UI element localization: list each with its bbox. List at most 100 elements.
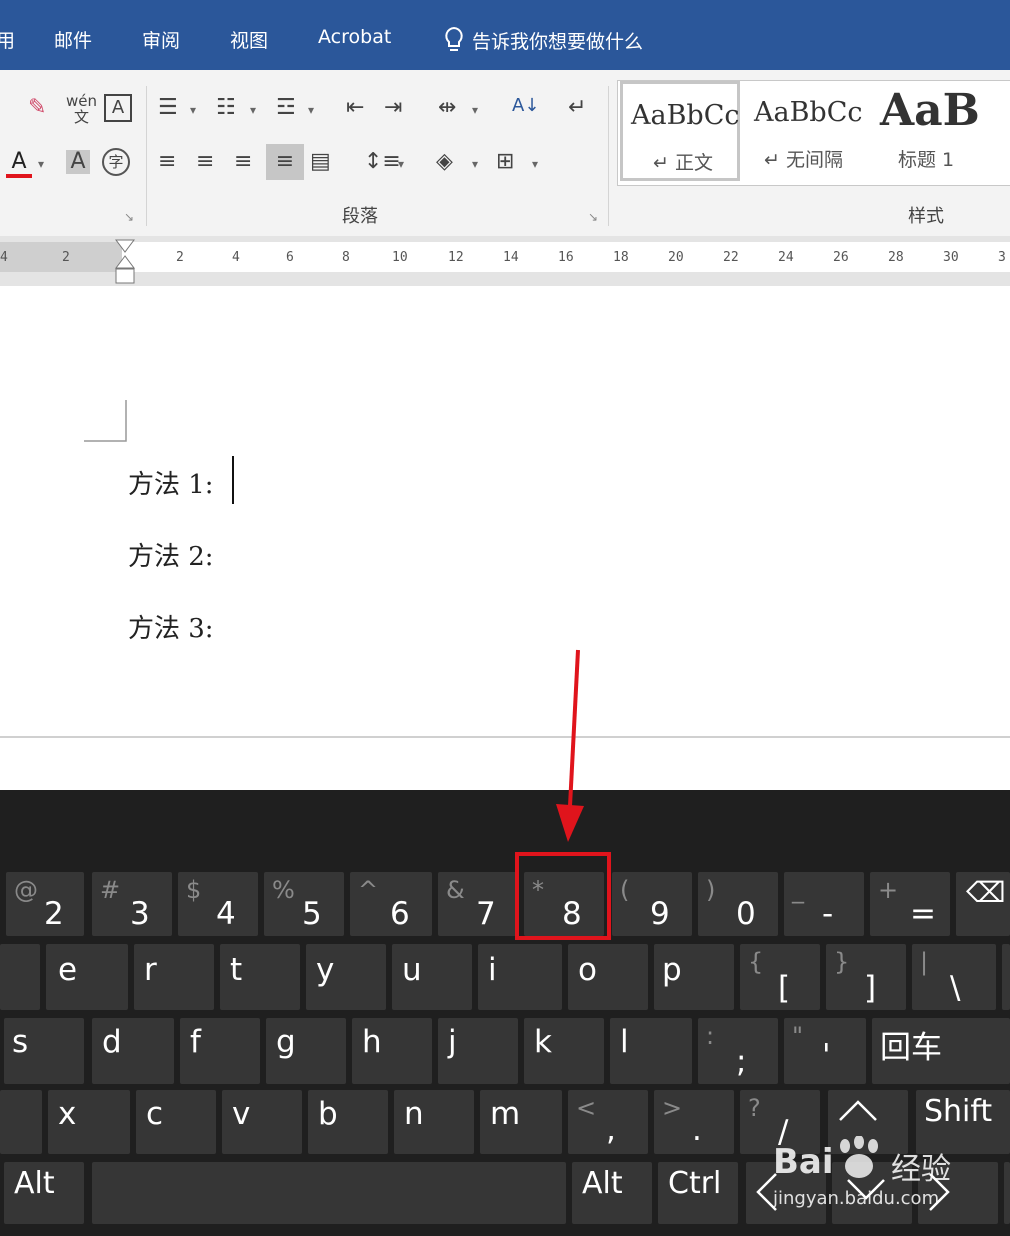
key-h[interactable]: h: [352, 1018, 432, 1084]
enclose-characters-icon[interactable]: 字: [102, 148, 130, 176]
key-period[interactable]: >.: [654, 1090, 734, 1154]
baidu-watermark: Bai 经验 jingyan.baidu.com: [773, 1136, 963, 1216]
ruler-tick: 26: [833, 250, 849, 265]
key-t[interactable]: t: [220, 944, 300, 1010]
key-equals[interactable]: + =: [870, 872, 950, 936]
character-border-icon[interactable]: A: [104, 94, 132, 122]
character-scaling-icon[interactable]: ⇹: [438, 96, 456, 120]
key-r[interactable]: r: [134, 944, 214, 1010]
show-formatting-marks-icon[interactable]: ↵: [568, 96, 586, 120]
chevron-down-icon[interactable]: ▾: [472, 98, 478, 122]
backspace-key[interactable]: ⌫: [956, 872, 1010, 936]
multilevel-list-icon[interactable]: ☲: [276, 96, 296, 120]
key-partial[interactable]: [1002, 944, 1010, 1010]
document-page[interactable]: [0, 286, 1010, 736]
alt-key-left[interactable]: Alt: [4, 1162, 84, 1224]
key-backslash[interactable]: | \: [912, 944, 996, 1010]
key-z-partial[interactable]: [0, 1090, 42, 1154]
key-e[interactable]: e: [46, 944, 128, 1010]
chevron-up-icon: [839, 1100, 877, 1121]
dialog-launcher-icon[interactable]: ↘: [124, 210, 134, 224]
chevron-down-icon[interactable]: ▾: [472, 152, 478, 176]
key-c[interactable]: c: [136, 1090, 216, 1154]
font-color-icon[interactable]: A: [6, 150, 32, 178]
sort-icon[interactable]: A↓: [512, 94, 539, 118]
chevron-down-icon[interactable]: ▾: [532, 152, 538, 176]
key-7[interactable]: & 7: [438, 872, 518, 936]
key-5[interactable]: % 5: [264, 872, 344, 936]
phonetic-guide-icon[interactable]: wén 文: [66, 93, 97, 125]
key-d[interactable]: d: [92, 1018, 174, 1084]
ctrl-key[interactable]: Ctrl: [658, 1162, 738, 1224]
key-3[interactable]: #3: [92, 872, 172, 936]
key-semicolon[interactable]: :;: [698, 1018, 778, 1084]
menu-item-view[interactable]: 视图: [230, 26, 268, 53]
key-i[interactable]: i: [478, 944, 562, 1010]
style-normal[interactable]: AaBbCc ↵ 正文: [620, 81, 740, 181]
align-center-icon[interactable]: ≡: [196, 150, 214, 174]
tell-me-box[interactable]: 告诉我你想要做什么: [442, 26, 643, 54]
menu-item-partial[interactable]: 用: [0, 26, 15, 53]
style-heading-1[interactable]: AaB 标题 1: [872, 81, 1010, 181]
key-k[interactable]: k: [524, 1018, 604, 1084]
numbering-icon[interactable]: ☷: [216, 96, 236, 120]
align-left-icon[interactable]: ≡: [158, 150, 176, 174]
key-comma[interactable]: <,: [568, 1090, 648, 1154]
align-right-icon[interactable]: ≡: [234, 150, 252, 174]
key-f[interactable]: f: [180, 1018, 260, 1084]
bullets-icon[interactable]: ☰: [158, 96, 178, 120]
key-s[interactable]: s: [4, 1018, 84, 1084]
indent-marker-icon[interactable]: [114, 238, 136, 286]
character-shading-icon[interactable]: A: [66, 150, 90, 174]
key-w-partial[interactable]: [0, 944, 40, 1010]
key-quote[interactable]: " ': [784, 1018, 866, 1084]
key-4[interactable]: $4: [178, 872, 258, 936]
ruler-margin: [0, 242, 122, 272]
chevron-down-icon[interactable]: ▾: [250, 98, 256, 122]
menu-item-review[interactable]: 审阅: [142, 26, 180, 53]
key-n[interactable]: n: [394, 1090, 474, 1154]
key-minus[interactable]: _ -: [784, 872, 864, 936]
key-9[interactable]: (9: [612, 872, 692, 936]
key-2[interactable]: @2: [6, 872, 84, 936]
key-l[interactable]: l: [610, 1018, 692, 1084]
dialog-launcher-icon[interactable]: ↘: [588, 210, 598, 224]
key-y[interactable]: y: [306, 944, 386, 1010]
alt-key-right[interactable]: Alt: [572, 1162, 652, 1224]
margin-corner-mark: [84, 400, 127, 442]
decrease-indent-icon[interactable]: ⇤: [346, 96, 364, 120]
key-right-bracket[interactable]: }]: [826, 944, 906, 1010]
space-key[interactable]: [92, 1162, 566, 1224]
chevron-down-icon[interactable]: ▾: [398, 152, 404, 176]
key-x[interactable]: x: [48, 1090, 130, 1154]
chevron-down-icon[interactable]: ▾: [308, 98, 314, 122]
menu-item-mailings[interactable]: 邮件: [54, 26, 92, 53]
key-v[interactable]: v: [222, 1090, 302, 1154]
key-j[interactable]: j: [438, 1018, 518, 1084]
ruler-tick: 14: [503, 250, 519, 265]
distributed-icon[interactable]: ▤: [310, 150, 331, 174]
clear-formatting-icon[interactable]: ✎: [28, 96, 46, 120]
increase-indent-icon[interactable]: ⇥: [384, 96, 402, 120]
key-0[interactable]: ) 0: [698, 872, 778, 936]
justify-icon[interactable]: ≡: [266, 144, 304, 180]
key-o[interactable]: o: [568, 944, 648, 1010]
key-partial[interactable]: [1004, 1162, 1010, 1224]
key-g[interactable]: g: [266, 1018, 346, 1084]
chevron-down-icon[interactable]: ▾: [190, 98, 196, 122]
borders-icon[interactable]: ⊞: [496, 150, 514, 174]
line-spacing-icon[interactable]: ↕≡: [364, 150, 401, 174]
key-left-bracket[interactable]: {[: [740, 944, 820, 1010]
enter-key[interactable]: 回车: [872, 1018, 1010, 1084]
style-no-spacing[interactable]: AaBbCc ↵ 无间隔: [744, 81, 868, 181]
key-6[interactable]: ^ 6: [350, 872, 432, 936]
key-m[interactable]: m: [480, 1090, 562, 1154]
chevron-down-icon[interactable]: ▾: [38, 152, 44, 176]
key-u[interactable]: u: [392, 944, 472, 1010]
shading-icon[interactable]: ◈: [436, 150, 453, 174]
key-p[interactable]: p: [654, 944, 734, 1010]
ruler-tick: 28: [888, 250, 904, 265]
menu-item-acrobat[interactable]: Acrobat: [318, 26, 391, 48]
key-b[interactable]: b: [308, 1090, 388, 1154]
horizontal-ruler[interactable]: 4 2 2 4 6 8 10 12 14 16 18 20 22 24 26 2…: [0, 242, 1010, 272]
